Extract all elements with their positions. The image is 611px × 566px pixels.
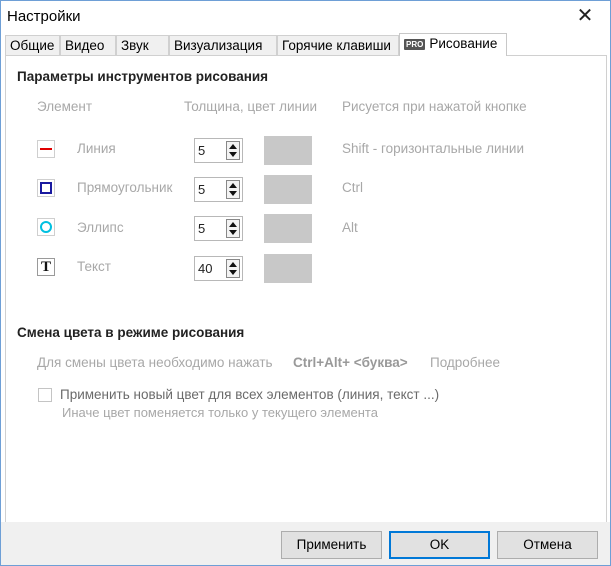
apply-all-checkbox[interactable] [38,388,52,402]
drawing-tools-title: Параметры инструментов рисования [17,69,269,84]
dialog-footer: Применить OK Отмена [1,522,610,565]
tab-visualization[interactable]: Визуализация [169,35,277,55]
settings-window: Настройки ✕ Общие Видео Звук Визуализаци… [0,0,611,566]
tab-hotkeys[interactable]: Горячие клавиши [277,35,399,55]
spin-arrows-icon[interactable] [226,141,240,160]
color-shortcut: Ctrl+Alt+ <буква> [293,355,408,370]
text-size-stepper[interactable]: 40 [194,256,243,281]
text-icon: T [37,258,55,276]
tab-video[interactable]: Видео [60,35,116,55]
color-change-title: Смена цвета в режиме рисования [17,325,245,340]
apply-all-note: Иначе цвет поменяется только у текущего … [62,405,378,420]
rectangle-width-value: 5 [198,182,206,197]
ellipse-width-stepper[interactable]: 5 [194,216,243,241]
ellipse-icon [37,218,55,236]
apply-button[interactable]: Применить [281,531,382,559]
text-size-value: 40 [198,261,213,276]
rectangle-label: Прямоугольник [77,180,173,195]
close-icon[interactable]: ✕ [574,5,596,27]
line-width-stepper[interactable]: 5 [194,138,243,163]
color-change-hint: Для смены цвета необходимо нажать [37,355,273,370]
tab-strip: Общие Видео Звук Визуализация Горячие кл… [5,33,605,56]
cancel-button[interactable]: Отмена [497,531,598,559]
col-element-header: Элемент [37,99,93,114]
ellipse-color-swatch[interactable] [264,214,312,243]
rectangle-color-swatch[interactable] [264,175,312,204]
apply-all-label[interactable]: Применить новый цвет для всех элементов … [60,387,439,402]
line-width-value: 5 [198,143,206,158]
spin-arrows-icon[interactable] [226,219,240,238]
spin-arrows-icon[interactable] [226,259,240,278]
pro-badge: PRO [404,39,426,50]
tab-general[interactable]: Общие [5,35,60,55]
spin-arrows-icon[interactable] [226,180,240,199]
col-key-header: Рисуется при нажатой кнопке [342,99,527,114]
ellipse-width-value: 5 [198,221,206,236]
title-bar: Настройки ✕ [1,1,610,33]
tab-drawing-label: Рисование [429,36,498,51]
rectangle-key-hint: Ctrl [342,180,363,195]
ellipse-label: Эллипс [77,220,124,235]
ellipse-key-hint: Alt [342,220,358,235]
rectangle-icon [37,179,55,197]
line-key-hint: Shift - горизонтальные линии [342,141,525,156]
ok-button[interactable]: OK [389,531,490,559]
rectangle-width-stepper[interactable]: 5 [194,177,243,202]
line-label: Линия [77,141,116,156]
drawing-settings-panel: Параметры инструментов рисования Элемент… [5,55,607,527]
line-icon [37,140,55,158]
more-link[interactable]: Подробнее [430,355,500,370]
col-width-color-header: Толщина, цвет линии [184,99,318,114]
tab-sound[interactable]: Звук [116,35,169,55]
text-color-swatch[interactable] [264,254,312,283]
text-label: Текст [77,259,111,274]
window-title: Настройки [7,8,81,25]
tab-drawing[interactable]: PRO Рисование [399,33,507,56]
line-color-swatch[interactable] [264,136,312,165]
